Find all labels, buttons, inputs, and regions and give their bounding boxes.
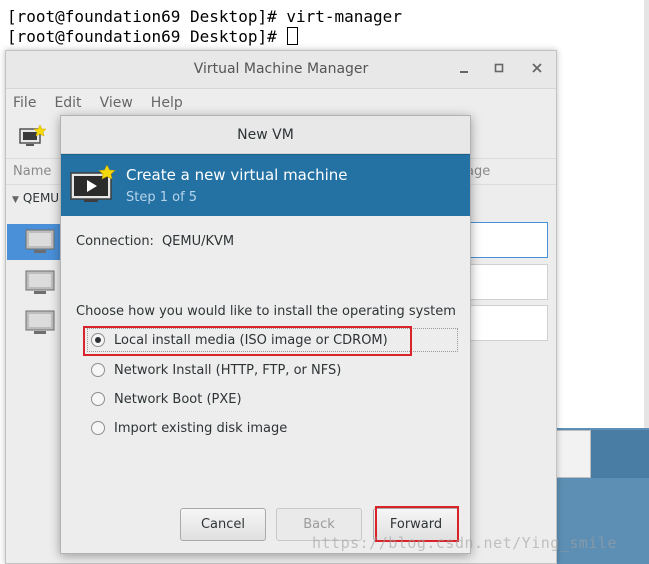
desktop-window-fragment xyxy=(556,430,591,478)
close-button[interactable] xyxy=(530,61,544,75)
column-name[interactable]: Name xyxy=(13,164,51,179)
close-icon xyxy=(532,63,542,73)
terminal-edge xyxy=(644,0,649,428)
minimize-button[interactable] xyxy=(457,61,471,75)
terminal-line-1: [root@foundation69 Desktop]# virt-manage… xyxy=(7,7,402,26)
vm-monitor-icon xyxy=(25,310,55,334)
menu-view[interactable]: View xyxy=(100,95,133,111)
terminal-line-2: [root@foundation69 Desktop]# xyxy=(7,27,649,47)
dialog-banner: Create a new virtual machine Step 1 of 5 xyxy=(61,154,470,216)
minimize-icon xyxy=(460,71,468,73)
menu-help[interactable]: Help xyxy=(151,95,183,111)
option-network-install-label: Network Install (HTTP, FTP, or NFS) xyxy=(114,362,342,378)
radio-network-boot[interactable] xyxy=(91,392,105,406)
connection-label: Connection: xyxy=(76,234,154,249)
desktop-stripe xyxy=(556,478,649,486)
dialog-titlebar[interactable]: New VM xyxy=(61,116,470,154)
radio-import-disk[interactable] xyxy=(91,421,105,435)
dialog-body: Connection: QEMU/KVM Choose how you would… xyxy=(61,216,470,554)
banner-step: Step 1 of 5 xyxy=(126,190,198,205)
dialog-title: New VM xyxy=(237,127,294,143)
option-import-disk-label: Import existing disk image xyxy=(114,420,288,436)
terminal-prompt: [root@foundation69 Desktop]# xyxy=(7,27,287,46)
radio-network-install[interactable] xyxy=(91,363,105,377)
maximize-button[interactable] xyxy=(492,61,506,75)
expander-icon[interactable]: ▼ xyxy=(12,195,19,205)
watermark: https://blog.csdn.net/Ying_smile xyxy=(312,534,617,552)
menu-file[interactable]: File xyxy=(13,95,36,111)
vm-row-icon-1[interactable] xyxy=(24,228,58,256)
vmm-titlebar[interactable]: Virtual Machine Manager xyxy=(6,51,556,89)
install-method-heading: Choose how you would like to install the… xyxy=(76,304,456,319)
maximize-icon xyxy=(494,63,504,73)
vm-monitor-icon xyxy=(25,229,55,253)
desktop-window-edge xyxy=(591,430,649,478)
option-import-disk[interactable]: Import existing disk image xyxy=(91,417,287,439)
banner-title: Create a new virtual machine xyxy=(126,166,348,184)
connection-row: Connection: QEMU/KVM xyxy=(76,234,234,249)
vm-row-icon-3[interactable] xyxy=(24,309,58,337)
cpu-usage-graph-2 xyxy=(466,264,548,300)
new-vm-banner-icon xyxy=(70,164,116,209)
cpu-usage-graph-1 xyxy=(466,222,548,258)
connection-value: QEMU/KVM xyxy=(161,234,235,249)
vmm-menubar: File Edit View Help xyxy=(6,89,556,117)
highlight-local-media xyxy=(83,326,412,356)
vm-monitor-icon xyxy=(25,270,55,294)
group-label: QEMU xyxy=(22,191,60,205)
new-vm-icon xyxy=(19,124,47,146)
menu-edit[interactable]: Edit xyxy=(54,95,81,111)
new-vm-toolbar-button[interactable] xyxy=(18,124,47,151)
option-network-install[interactable]: Network Install (HTTP, FTP, or NFS) xyxy=(91,359,341,381)
option-network-boot[interactable]: Network Boot (PXE) xyxy=(91,388,242,410)
vm-row-icon-2[interactable] xyxy=(24,269,58,297)
cpu-usage-graph-3 xyxy=(466,305,548,341)
option-network-boot-label: Network Boot (PXE) xyxy=(114,391,242,407)
terminal-cursor xyxy=(287,27,299,45)
cancel-button[interactable]: Cancel xyxy=(180,508,266,541)
vmm-title: Virtual Machine Manager xyxy=(193,61,369,77)
